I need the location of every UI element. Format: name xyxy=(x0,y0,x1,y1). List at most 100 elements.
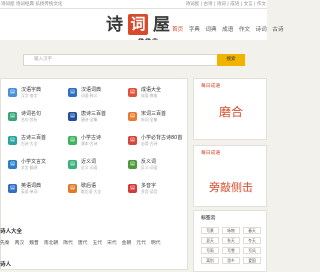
nav-item-poems[interactable]: 诗词 xyxy=(256,24,267,36)
book-icon: ▤ xyxy=(8,136,17,145)
category-title: 古诗三百首 xyxy=(21,135,47,141)
category-item[interactable]: ▤ 小学必背古诗80首 必背·古诗 xyxy=(128,130,184,154)
category-title: 成语大全 xyxy=(141,87,162,93)
category-title: 近义词 xyxy=(81,159,97,165)
search-button[interactable]: 搜索 xyxy=(217,54,245,66)
category-item[interactable]: ▤ 宋词三百首 宋词·全集 xyxy=(128,106,184,130)
tag-chip[interactable]: 夏天 xyxy=(201,237,219,244)
daily-idiom-word-1: 磨合 xyxy=(218,105,243,119)
nav-item-dict[interactable]: 字典 xyxy=(189,24,200,36)
book-icon: ▤ xyxy=(68,136,77,145)
tag-cloud-header: 标签云 xyxy=(201,216,216,221)
category-item[interactable]: ▤ 唐诗三百首 唐诗·全集 xyxy=(68,106,124,130)
category-title: 唐诗三百首 xyxy=(81,111,107,117)
category-title: 小学文言文 xyxy=(21,159,47,165)
book-icon: ▤ xyxy=(128,136,137,145)
category-title: 小学必背古诗80首 xyxy=(141,135,183,141)
category-item[interactable]: ▤ 多音字 多音·读音 xyxy=(128,178,184,202)
era-tag[interactable]: 两汉 xyxy=(15,239,25,246)
category-title: 小学古诗 xyxy=(81,135,102,141)
nav-item-home[interactable]: 首页 xyxy=(172,24,183,36)
tag-chip[interactable]: 秋天 xyxy=(222,237,240,244)
category-item[interactable]: ▤ 诗词名句 名句·赏析 xyxy=(8,106,64,130)
category-desc: 歇后语·大全 xyxy=(81,189,102,194)
category-desc: 英语·单词 xyxy=(21,189,38,194)
era-tag[interactable]: 元代 xyxy=(136,239,146,246)
book-icon: ▤ xyxy=(128,112,137,121)
category-desc: 成语·典故 xyxy=(141,93,158,98)
daily-idiom-header-2: 每日成语 xyxy=(201,151,221,156)
poets-title: 诗人 xyxy=(0,262,12,268)
book-icon: ▤ xyxy=(8,160,17,169)
category-desc: 近义·词语 xyxy=(81,165,98,170)
era-tag[interactable]: 明代 xyxy=(151,239,161,246)
era-tag[interactable]: 先秦 xyxy=(0,239,10,246)
category-title: 歇后语 xyxy=(81,183,97,189)
logo-char-1: 诗 xyxy=(106,15,123,35)
era-tag[interactable]: 唐代 xyxy=(78,239,88,246)
book-icon: ▤ xyxy=(128,160,137,169)
category-desc: 名句·赏析 xyxy=(21,117,38,122)
era-tag[interactable]: 宋代 xyxy=(107,239,117,246)
category-item[interactable]: ▤ 汉语词典 词语·释义 xyxy=(68,82,124,106)
tag-chip[interactable]: 咏物 xyxy=(222,227,240,234)
book-icon: ▤ xyxy=(68,160,77,169)
tag-chip[interactable]: 冬天 xyxy=(243,237,261,244)
category-item[interactable]: ▤ 英语词典 英语·单词 xyxy=(8,178,64,202)
tag-chip[interactable]: 写雪 xyxy=(222,247,240,254)
book-icon: ▤ xyxy=(68,184,77,193)
top-bar-links[interactable]: 诗词屋 | 古诗 | 诗词 | 成语 | 文言 | 作文 xyxy=(186,0,266,8)
book-icon: ▤ xyxy=(68,88,77,97)
daily-idiom-header-1: 每日成语 xyxy=(201,84,221,89)
era-tag[interactable]: 五代 xyxy=(92,239,102,246)
era-tag[interactable]: 金朝 xyxy=(122,239,132,246)
category-title: 反义词 xyxy=(141,159,157,165)
category-desc: 唐诗·全集 xyxy=(81,117,98,122)
era-tag[interactable]: 南北朝 xyxy=(44,239,58,246)
site-header: 诗 词 屋 SCW 首页字典词典成语作文诗词古诗 xyxy=(0,9,283,44)
category-desc: 词语·释义 xyxy=(81,93,98,98)
category-desc: 反义·词语 xyxy=(141,165,158,170)
category-item[interactable]: ▤ 汉语字典 汉字·查字 xyxy=(8,82,64,106)
tag-chip[interactable]: 离别 xyxy=(201,257,219,264)
category-title: 宋词三百首 xyxy=(141,111,167,117)
daily-idiom-card-2[interactable]: 每日成语 旁敲侧击 xyxy=(193,145,267,207)
nav-item-essays[interactable]: 作文 xyxy=(239,24,250,36)
category-desc: 汉字·查字 xyxy=(21,93,38,98)
nav-item-ancient[interactable]: 古诗 xyxy=(272,24,283,36)
category-item[interactable]: ▤ 近义词 近义·词语 xyxy=(68,154,124,178)
category-item[interactable]: ▤ 小学古诗 课本·古诗 xyxy=(68,130,124,154)
category-title: 多音字 xyxy=(141,183,157,189)
daily-idiom-word-2: 旁敲侧击 xyxy=(209,181,253,194)
tag-chip[interactable]: 思乡 xyxy=(222,257,240,264)
category-item[interactable]: ▤ 古诗三百首 古诗·大全 xyxy=(8,130,64,154)
book-icon: ▤ xyxy=(128,88,137,97)
category-item[interactable]: ▤ 成语大全 成语·典故 xyxy=(128,82,184,106)
nav-item-words[interactable]: 词典 xyxy=(205,24,216,36)
book-icon: ▤ xyxy=(128,184,137,193)
tag-chip[interactable]: 写雨 xyxy=(201,247,219,254)
daily-idiom-card-1[interactable]: 每日成语 磨合 xyxy=(193,78,267,140)
tag-cloud-card: 标签云 写景 咏物 春天夏天 秋天 冬天写雨 写雪 写风离别 思乡 爱国 xyxy=(193,210,267,272)
category-desc: 课本·古诗 xyxy=(81,141,98,146)
category-item[interactable]: ▤ 小学文言文 文言·翻译 xyxy=(8,154,64,178)
book-icon: ▤ xyxy=(8,184,17,193)
era-tag[interactable]: 魏晋 xyxy=(29,239,39,246)
category-desc: 多音·读音 xyxy=(141,189,158,194)
nav-item-idioms[interactable]: 成语 xyxy=(222,24,233,36)
category-item[interactable]: ▤ 反义词 反义·词语 xyxy=(128,154,184,178)
tag-chip[interactable]: 写景 xyxy=(201,227,219,234)
tag-chip[interactable]: 春天 xyxy=(243,227,261,234)
search-box[interactable]: 输入汉字 搜索 xyxy=(23,54,245,66)
main-nav: 首页 字典 词典 成语 作文 诗词 古诗 xyxy=(172,24,283,36)
book-icon: ▤ xyxy=(8,88,17,97)
category-item[interactable]: ▤ 歇后语 歇后语·大全 xyxy=(68,178,124,202)
tag-chip[interactable]: 写风 xyxy=(243,247,261,254)
category-title: 汉语词典 xyxy=(81,87,102,93)
category-title: 英语词典 xyxy=(21,183,42,189)
era-tag[interactable]: 隋代 xyxy=(63,239,73,246)
tag-chip[interactable]: 爱国 xyxy=(243,257,261,264)
search-input[interactable]: 输入汉字 xyxy=(34,55,52,65)
poet-era-list: 先秦 两汉 魏晋 南北朝 隋代 唐代 五代 宋代 金朝 元代 明代 xyxy=(0,239,166,246)
logo-char-3: 屋 xyxy=(153,15,170,35)
